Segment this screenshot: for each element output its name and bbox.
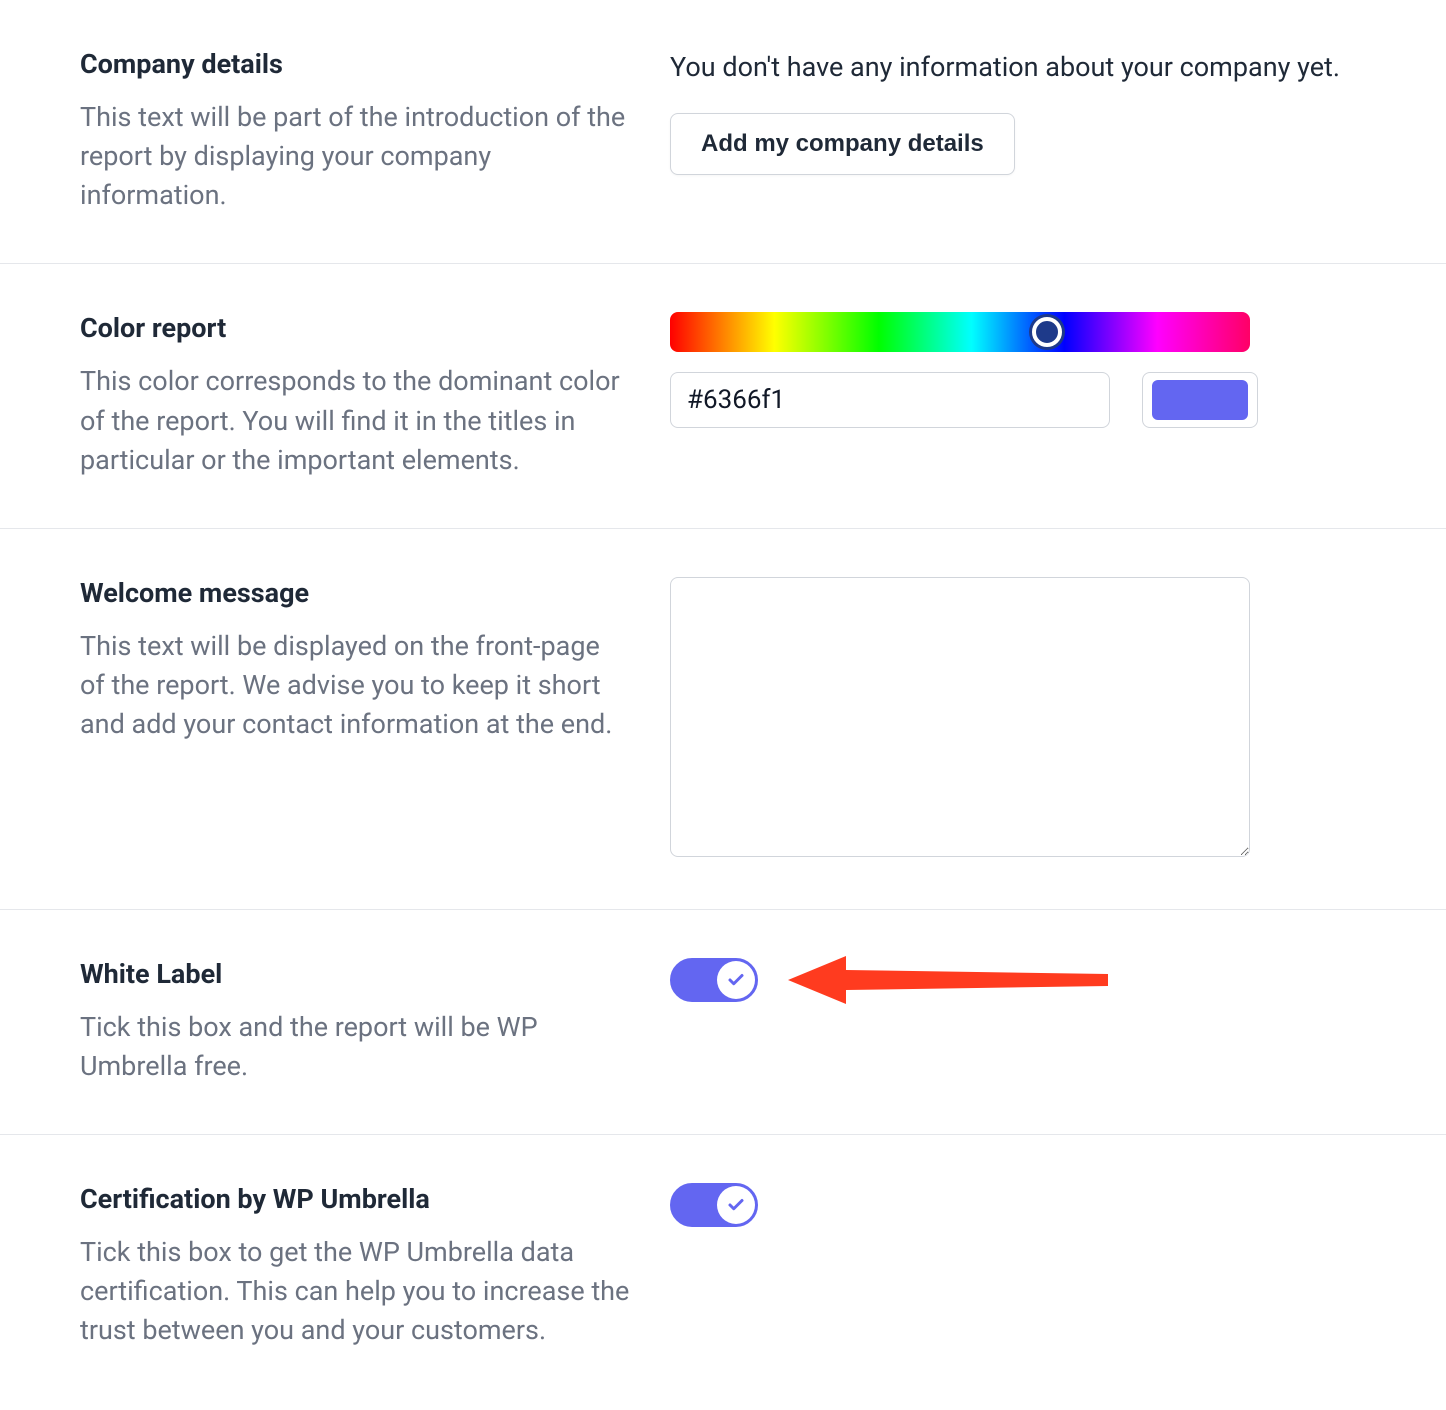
certification-desc: Tick this box to get the WP Umbrella dat… [80, 1233, 630, 1350]
welcome-desc: This text will be displayed on the front… [80, 627, 630, 744]
check-icon [727, 971, 745, 989]
company-details-title: Company details [80, 48, 630, 80]
certification-toggle[interactable] [670, 1183, 758, 1227]
color-report-desc: This color corresponds to the dominant c… [80, 362, 630, 479]
color-swatch-box[interactable] [1142, 372, 1258, 428]
white-label-desc: Tick this box and the report will be WP … [80, 1008, 630, 1086]
color-report-title: Color report [80, 312, 630, 344]
toggle-knob [717, 1186, 755, 1224]
section-company-details: Company details This text will be part o… [0, 0, 1446, 263]
welcome-textarea[interactable] [670, 577, 1250, 857]
section-color-report: Color report This color corresponds to t… [0, 263, 1446, 527]
arrow-left-icon [788, 952, 1108, 1008]
section-certification: Certification by WP Umbrella Tick this b… [0, 1134, 1446, 1398]
company-details-info: You don't have any information about you… [670, 48, 1386, 87]
color-swatch [1152, 380, 1248, 420]
certification-title: Certification by WP Umbrella [80, 1183, 630, 1215]
check-icon [727, 1196, 745, 1214]
color-slider-thumb[interactable] [1032, 317, 1062, 347]
white-label-toggle[interactable] [670, 958, 758, 1002]
color-hex-input[interactable] [670, 372, 1110, 428]
white-label-title: White Label [80, 958, 630, 990]
color-hue-slider[interactable] [670, 312, 1250, 352]
section-welcome-message: Welcome message This text will be displa… [0, 528, 1446, 909]
add-company-details-button[interactable]: Add my company details [670, 113, 1015, 175]
attention-arrow [798, 958, 1386, 1002]
welcome-title: Welcome message [80, 577, 630, 609]
toggle-knob [717, 961, 755, 999]
company-details-desc: This text will be part of the introducti… [80, 98, 630, 215]
section-white-label: White Label Tick this box and the report… [0, 909, 1446, 1134]
